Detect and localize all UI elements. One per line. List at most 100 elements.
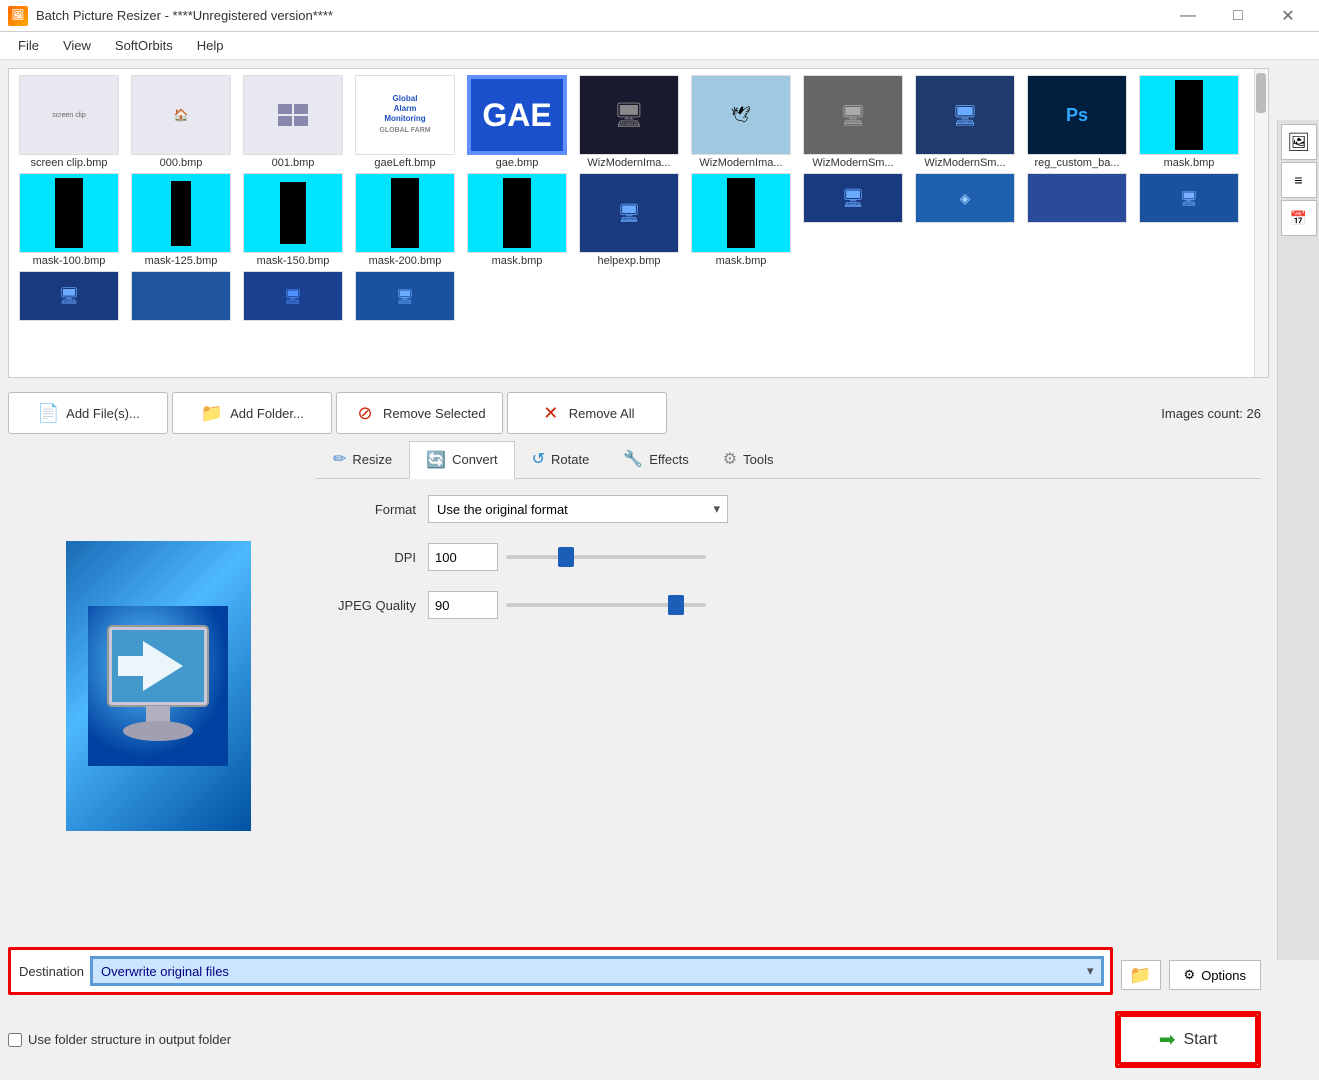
jpeg-quality-label: JPEG Quality	[316, 598, 416, 613]
calendar-view-button[interactable]: 📅	[1281, 200, 1317, 236]
folder-structure-checkbox[interactable]	[8, 1033, 22, 1047]
menu-file[interactable]: File	[8, 35, 49, 56]
tab-convert[interactable]: 🔄 Convert	[409, 441, 514, 479]
gallery-label: screen clip.bmp	[30, 157, 107, 169]
gallery-label: WizModernSm...	[812, 157, 893, 169]
add-files-button[interactable]: 📄 Add File(s)...	[8, 392, 168, 434]
gallery-item[interactable]: mask-200.bmp	[351, 173, 459, 267]
gallery-item[interactable]: 🏠 000.bmp	[127, 75, 235, 169]
list-view-button[interactable]: ≡	[1281, 162, 1317, 198]
gallery-item[interactable]: 001.bmp	[239, 75, 347, 169]
menu-view[interactable]: View	[53, 35, 101, 56]
gallery-item[interactable]: 🖥 helpexp.bmp	[575, 173, 683, 267]
folder-icon: 📁	[1129, 965, 1151, 986]
gallery-label: WizModernIma...	[699, 157, 782, 169]
scroll-thumb[interactable]	[1256, 73, 1266, 113]
remove-selected-button[interactable]: ⊘ Remove Selected	[336, 392, 503, 434]
dpi-slider-track	[506, 555, 706, 559]
bottom-actions: Use folder structure in output folder ➡ …	[8, 1011, 1261, 1068]
gallery-item[interactable]: mask.bmp	[1135, 75, 1243, 169]
format-select-wrapper: Use the original formatBMPJPGPNGGIFTIFF	[428, 495, 728, 523]
folder-structure-label: Use folder structure in output folder	[28, 1032, 231, 1047]
jpeg-quality-row: JPEG Quality	[316, 591, 1261, 619]
menu-softorbits[interactable]: SoftOrbits	[105, 35, 183, 56]
jpeg-quality-input[interactable]	[428, 591, 498, 619]
gallery-label: WizModernIma...	[587, 157, 670, 169]
options-label: Options	[1201, 968, 1246, 983]
tab-resize[interactable]: ✏ Resize	[316, 440, 409, 478]
remove-all-label: Remove All	[569, 406, 635, 421]
tools-icon: ⚙	[723, 449, 737, 469]
gallery-item[interactable]: ◈	[911, 173, 1019, 267]
gallery-item[interactable]: 🖥 WizModernSm...	[911, 75, 1019, 169]
gallery-item[interactable]: 🖥	[351, 271, 459, 323]
gallery-label: 001.bmp	[272, 157, 315, 169]
controls-panel: ✏ Resize 🔄 Convert ↺ Rotate 🔧 Effects ⚙	[316, 440, 1261, 931]
dpi-slider[interactable]	[506, 547, 706, 567]
convert-icon: 🔄	[426, 450, 446, 470]
monitor-svg	[88, 606, 228, 766]
close-button[interactable]: ✕	[1265, 0, 1311, 32]
format-control-group: Use the original formatBMPJPGPNGGIFTIFF	[428, 495, 1261, 523]
gallery-item[interactable]: mask.bmp	[687, 173, 795, 267]
start-button[interactable]: ➡ Start	[1118, 1014, 1258, 1065]
gallery-item[interactable]: GAE gae.bmp	[463, 75, 571, 169]
remove-all-icon: ✕	[539, 401, 563, 425]
format-label: Format	[316, 502, 416, 517]
gallery-item[interactable]: 🖥 WizModernSm...	[799, 75, 907, 169]
gallery-item[interactable]: mask.bmp	[463, 173, 571, 267]
gallery-item[interactable]	[127, 271, 235, 323]
add-folder-icon: 📁	[200, 401, 224, 425]
tab-bar: ✏ Resize 🔄 Convert ↺ Rotate 🔧 Effects ⚙	[316, 440, 1261, 479]
gallery-item[interactable]: 🖥	[799, 173, 907, 267]
dpi-row: DPI	[316, 543, 1261, 571]
jpeg-quality-slider-thumb[interactable]	[668, 595, 684, 615]
gallery-item[interactable]: screen clip screen clip.bmp	[15, 75, 123, 169]
destination-input-wrapper: ▾	[92, 958, 1101, 984]
tab-tools[interactable]: ⚙ Tools	[706, 440, 791, 478]
preview-image	[66, 541, 251, 831]
add-files-icon: 📄	[36, 401, 60, 425]
destination-input[interactable]	[92, 958, 1101, 984]
options-button[interactable]: ⚙ Options	[1169, 960, 1261, 990]
gallery-item[interactable]	[1023, 173, 1131, 267]
gear-icon: ⚙	[1184, 967, 1196, 983]
bottom-section: Destination ▾ 📁 ⚙ Options Use folder str…	[0, 939, 1269, 1080]
dpi-slider-thumb[interactable]	[558, 547, 574, 567]
format-select[interactable]: Use the original formatBMPJPGPNGGIFTIFF	[428, 495, 728, 523]
gallery-scrollbar[interactable]	[1254, 69, 1268, 377]
gallery-label: mask.bmp	[492, 255, 543, 267]
maximize-button[interactable]: □	[1215, 0, 1261, 32]
add-folder-button[interactable]: 📁 Add Folder...	[172, 392, 332, 434]
tab-rotate[interactable]: ↺ Rotate	[515, 440, 607, 478]
lower-section: ✏ Resize 🔄 Convert ↺ Rotate 🔧 Effects ⚙	[0, 440, 1269, 939]
gallery-item[interactable]: 🖥	[1135, 173, 1243, 267]
gallery-item[interactable]: mask-125.bmp	[127, 173, 235, 267]
gallery-item[interactable]: mask-100.bmp	[15, 173, 123, 267]
rotate-icon: ↺	[532, 449, 545, 469]
dpi-input[interactable]	[428, 543, 498, 571]
gallery-item[interactable]: 🖥	[15, 271, 123, 323]
gallery-item[interactable]: Global Alarm Monitoring GLOBAL FARM gaeL…	[351, 75, 459, 169]
gallery-inner: screen clip screen clip.bmp 🏠 000.bmp	[9, 69, 1268, 329]
menu-help[interactable]: Help	[187, 35, 234, 56]
gallery-view-button[interactable]: 🖼	[1281, 124, 1317, 160]
resize-icon: ✏	[333, 449, 346, 469]
destination-row: Destination ▾	[8, 947, 1113, 995]
start-button-container: ➡ Start	[1115, 1011, 1261, 1068]
gallery-label: WizModernSm...	[924, 157, 1005, 169]
destination-folder-button[interactable]: 📁	[1121, 960, 1161, 990]
tab-effects-label: Effects	[649, 452, 689, 467]
tab-effects[interactable]: 🔧 Effects	[606, 440, 705, 478]
gallery-item[interactable]: Ps reg_custom_ba...	[1023, 75, 1131, 169]
images-count: Images count: 26	[1161, 406, 1261, 421]
gallery-item[interactable]: 🖥	[239, 271, 347, 323]
minimize-button[interactable]: —	[1165, 0, 1211, 32]
gallery-item[interactable]: mask-150.bmp	[239, 173, 347, 267]
gallery-label: 000.bmp	[160, 157, 203, 169]
remove-all-button[interactable]: ✕ Remove All	[507, 392, 667, 434]
gallery-item[interactable]: 🕊 WizModernIma...	[687, 75, 795, 169]
gallery-item[interactable]: 🖥 WizModernIma...	[575, 75, 683, 169]
gallery-label: mask.bmp	[716, 255, 767, 267]
jpeg-quality-slider[interactable]	[506, 595, 706, 615]
